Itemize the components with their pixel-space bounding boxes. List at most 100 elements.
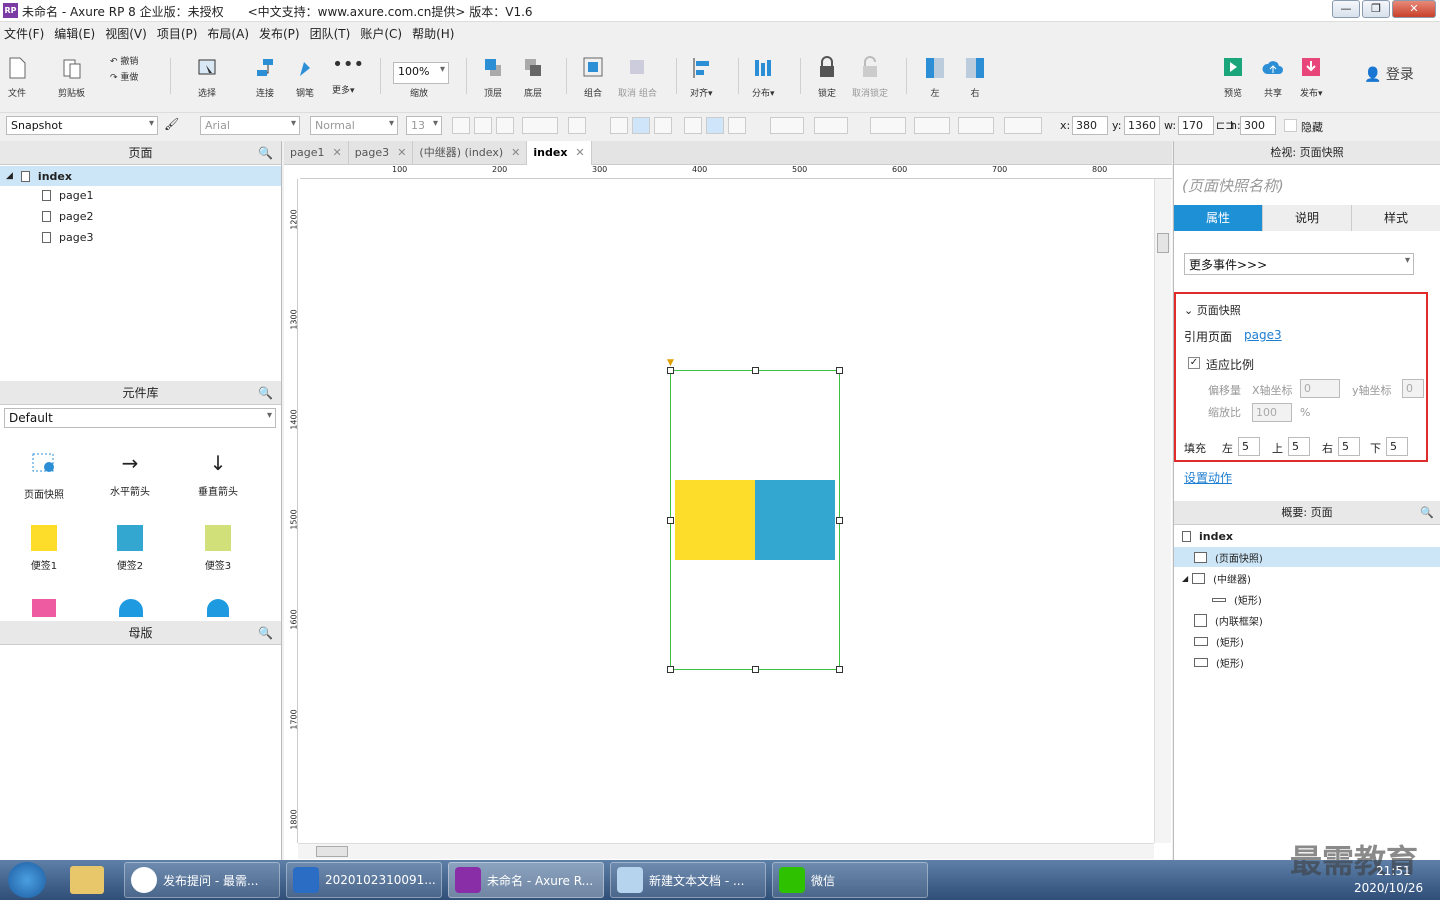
canvas-hscroll[interactable] [298,843,1154,859]
login-button[interactable]: 👤 登录 [1364,64,1414,84]
rotation-handle-icon[interactable]: ▼ [667,358,674,368]
ungroup-button[interactable]: 取消 组合 [618,56,657,99]
format-painter-icon[interactable]: 🖌 [164,117,182,134]
close-icon[interactable]: ✕ [575,141,584,165]
menu-edit[interactable]: 编辑(E) [54,25,95,42]
align-button[interactable]: 对齐▾ [690,56,713,99]
tab-page3[interactable]: page3 ✕ [349,141,414,165]
resize-handle[interactable] [752,666,759,673]
start-button[interactable] [8,862,46,898]
distribute-button[interactable]: 分布▾ [752,56,775,99]
share-button[interactable]: 共享 [1262,56,1284,99]
align-left-icon[interactable] [610,117,628,134]
pad-top-input[interactable]: 5 [1288,437,1310,456]
bring-top-button[interactable]: 顶层 [482,56,504,99]
taskbar-notepad[interactable]: 新建文本文档 - ... [610,862,766,898]
line-width-icon[interactable] [914,117,950,134]
list-icon[interactable] [568,117,586,134]
hide-checkbox[interactable] [1284,119,1297,132]
set-action-link[interactable]: 设置动作 [1184,469,1232,486]
tab-index[interactable]: index ✕ [527,141,592,165]
page-tree-root[interactable]: ◢ index [0,166,281,186]
left-button[interactable]: 左 [924,56,946,99]
resize-handle[interactable] [836,666,843,673]
resize-handle[interactable] [667,517,674,524]
page-tree-item[interactable]: page2 [42,210,93,223]
scale-input[interactable]: 100 [1252,403,1292,422]
publish-button[interactable]: 发布▾ [1300,56,1323,99]
close-icon[interactable]: ✕ [511,141,520,165]
library-item-sticky3[interactable]: 便签3 [188,525,248,572]
library-item-partial[interactable] [32,599,56,617]
offset-x-input[interactable]: 0 [1300,379,1340,398]
y-input[interactable]: 1360 [1124,116,1160,135]
pad-left-input[interactable]: 5 [1238,437,1260,456]
preview-button[interactable]: 预览 [1222,56,1244,99]
redo-button[interactable]: ↷ 重做 [110,70,138,83]
ref-page-link[interactable]: page3 [1244,328,1282,342]
select-button[interactable]: 选择 [196,56,218,99]
library-item-sticky1[interactable]: 便签1 [14,525,74,572]
outline-item[interactable]: ◢ (中继器) [1182,571,1251,586]
more-button[interactable]: ••• 更多▾ [332,56,364,97]
tab-notes[interactable]: 说明 [1262,205,1351,231]
menu-help[interactable]: 帮助(H) [412,25,454,42]
taskbar-wechat[interactable]: 微信 [772,862,928,898]
align-center-icon[interactable] [632,117,650,134]
fill-color-icon[interactable] [770,117,804,134]
italic-icon[interactable] [474,117,492,134]
group-button[interactable]: 组合 [582,56,604,99]
library-item-h-arrow[interactable]: → 水平箭头 [100,451,160,498]
clipboard-button[interactable]: 剪贴板 [58,56,85,99]
minimize-button[interactable]: — [1332,0,1360,18]
style-select[interactable]: Snapshot [6,116,158,135]
page-tree-item[interactable]: page1 [42,189,93,202]
resize-handle[interactable] [836,517,843,524]
page-tree-item[interactable]: page3 [42,231,93,244]
menu-publish[interactable]: 发布(P) [259,25,300,42]
search-icon[interactable]: 🔍 [258,621,273,645]
taskbar-chrome[interactable]: 发布提问 - 最需... [124,862,280,898]
menu-layout[interactable]: 布局(A) [207,25,249,42]
library-item-snapshot[interactable]: 页面快照 [14,451,74,501]
tab-page1[interactable]: page1 ✕ [284,141,349,165]
outline-item[interactable]: (矩形) [1212,592,1262,607]
valign-top-icon[interactable] [684,117,702,134]
outline-item[interactable]: (内联框架) [1194,613,1263,628]
resize-handle[interactable] [667,367,674,374]
file-button[interactable]: 文件 [6,56,28,99]
outline-item[interactable]: (矩形) [1194,634,1244,649]
resize-handle[interactable] [752,367,759,374]
undo-button[interactable]: ↶ 撤销 [110,54,138,67]
bold-icon[interactable] [452,117,470,134]
taskbar-word[interactable]: 2020102310091... [286,862,442,898]
pen-button[interactable]: 钢笔 [294,56,316,99]
size-select[interactable]: 13 [406,116,442,135]
search-icon[interactable]: 🔍 [258,141,273,165]
more-events-select[interactable]: 更多事件>>> [1184,253,1414,275]
pad-bottom-input[interactable]: 5 [1386,437,1408,456]
valign-middle-icon[interactable] [706,117,724,134]
menu-account[interactable]: 账户(C) [360,25,402,42]
resize-handle[interactable] [667,666,674,673]
line-style-icon[interactable] [958,117,994,134]
weight-select[interactable]: Normal [310,116,398,135]
right-button[interactable]: 右 [964,56,986,99]
underline-icon[interactable] [496,117,514,134]
library-item-partial[interactable] [119,599,143,617]
taskbar-axure[interactable]: 未命名 - Axure R... [448,862,604,898]
line-color-icon[interactable] [870,117,906,134]
resize-handle[interactable] [836,367,843,374]
unlock-button[interactable]: 取消锁定 [852,56,888,99]
library-item-partial[interactable] [207,599,229,617]
tab-style[interactable]: 样式 [1351,205,1440,231]
pad-right-input[interactable]: 5 [1338,437,1360,456]
outline-item-selected[interactable]: (页面快照) [1174,547,1440,567]
explorer-icon[interactable] [70,866,104,894]
clock-date[interactable]: 2020/10/26 [1354,881,1423,895]
close-icon[interactable]: ✕ [332,141,341,165]
valign-bottom-icon[interactable] [728,117,746,134]
h-input[interactable]: 300 [1240,116,1276,135]
widget-name-field[interactable]: (页面快照名称) [1182,175,1284,196]
menu-file[interactable]: 文件(F) [4,25,44,42]
